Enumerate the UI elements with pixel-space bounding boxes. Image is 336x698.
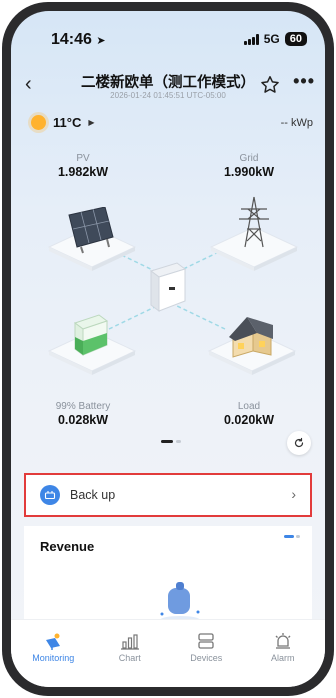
- load-label: Load: [237, 401, 261, 412]
- refresh-button[interactable]: [287, 431, 311, 455]
- phone-frame: 14:46 ➤ 5G 60 ‹ 二楼新欧单（测工作模式） 2026-01-24 …: [2, 2, 334, 696]
- nav-item-chart[interactable]: Chart: [100, 632, 160, 687]
- grid-tower-icon[interactable]: [209, 195, 299, 271]
- revenue-page-toggle[interactable]: [284, 535, 300, 538]
- chevron-right-icon: ›: [291, 486, 296, 502]
- battery-icon[interactable]: [47, 311, 137, 375]
- page-indicator[interactable]: [161, 440, 181, 443]
- alarm-icon: [275, 633, 291, 649]
- bottom-navigation: Monitoring Chart Devices Alarm: [11, 619, 325, 687]
- nav-label-chart: Chart: [118, 653, 141, 663]
- backup-power-icon: [40, 485, 60, 505]
- app-screen: 14:46 ➤ 5G 60 ‹ 二楼新欧单（测工作模式） 2026-01-24 …: [11, 11, 325, 687]
- backup-row[interactable]: Back up ›: [24, 473, 312, 517]
- revenue-title: Revenue: [40, 539, 95, 554]
- nav-item-devices[interactable]: Devices: [176, 632, 236, 687]
- load-value: 0.020kW: [223, 413, 275, 427]
- monitoring-icon: [46, 633, 61, 650]
- page-dot-active: [161, 440, 173, 443]
- toggle-dot: [296, 535, 300, 538]
- nav-label-devices: Devices: [190, 653, 223, 663]
- nav-item-monitoring[interactable]: Monitoring: [23, 632, 83, 687]
- toggle-dot-active: [284, 535, 294, 538]
- battery-value: 0.028kW: [57, 413, 109, 427]
- nav-item-alarm[interactable]: Alarm: [253, 632, 313, 687]
- nav-label-monitoring: Monitoring: [32, 653, 75, 663]
- solar-panel-icon[interactable]: [47, 207, 137, 271]
- refresh-icon: [294, 437, 304, 448]
- revenue-card: Revenue: [24, 526, 312, 626]
- chart-icon: [120, 634, 139, 650]
- inverter-icon[interactable]: [145, 261, 191, 315]
- house-icon[interactable]: [207, 311, 297, 375]
- battery-label: 99% Battery: [55, 401, 111, 412]
- devices-icon: [198, 633, 214, 649]
- load-metric[interactable]: Load 0.020kW: [199, 401, 299, 427]
- nav-label-alarm: Alarm: [270, 653, 295, 663]
- page-dot: [176, 440, 181, 443]
- battery-metric[interactable]: 99% Battery 0.028kW: [33, 401, 133, 427]
- backup-label: Back up: [70, 488, 116, 502]
